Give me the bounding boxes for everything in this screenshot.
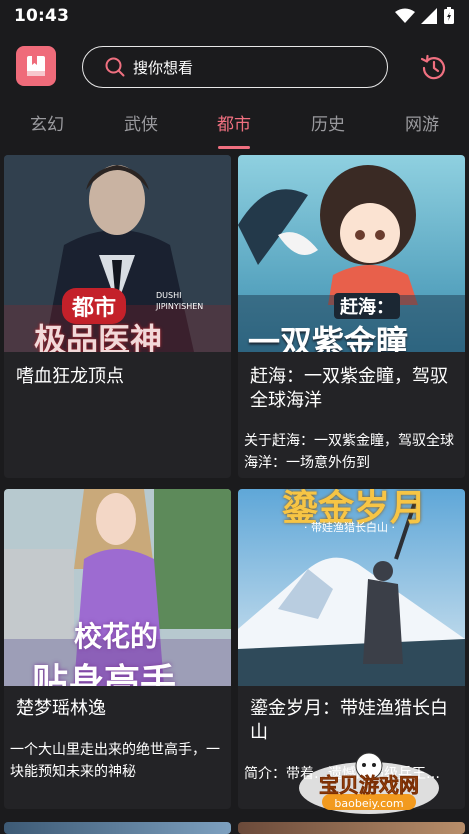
book-cover (238, 822, 465, 834)
tab-lishi[interactable]: 历史 (311, 110, 345, 135)
search-placeholder: 搜你想看 (133, 58, 194, 77)
status-bar: 10:43 (0, 0, 469, 32)
tab-dushi[interactable]: 都市 (217, 110, 251, 135)
cover-title-main: 极品医神 (34, 321, 163, 352)
book-description: 一个大山里走出来的绝世高手，一块能预知未来的神秘 (10, 742, 220, 780)
cover-title-main: 贴身高手 (32, 662, 177, 686)
book-description: 关于赶海：一双紫金瞳，驾驭全球海洋：一场意外伤到 (244, 433, 454, 471)
history-icon[interactable] (418, 52, 450, 84)
cover-title-tag: 赶海： (334, 293, 400, 319)
book-card[interactable]: 赶海： 一双紫金瞳 赶海：一双紫金瞳，驾驭全球海洋 关于赶海：一双紫金瞳，驾驭全… (238, 155, 465, 478)
top-bar: 搜你想看 (0, 38, 469, 96)
book-cover: 校花的 贴身高手 (4, 489, 231, 686)
search-input[interactable]: 搜你想看 (82, 46, 388, 88)
cover-title-top: 校花的 (74, 620, 159, 653)
book-cover: 赶海： 一双紫金瞳 (238, 155, 465, 352)
watermark-logo: 宝贝游戏网 baobeiy.com (299, 752, 439, 814)
app-logo[interactable] (16, 46, 56, 86)
book-cover: 鎏金岁月 · 带娃渔猎长白山 · (238, 489, 465, 686)
search-icon (105, 57, 125, 77)
tab-xuanhuan[interactable]: 玄幻 (30, 110, 64, 135)
tab-wuxia[interactable]: 武侠 (124, 110, 158, 135)
book-card[interactable] (4, 822, 231, 834)
book-title: 楚梦瑶林逸 (16, 698, 106, 719)
wifi-icon (395, 8, 415, 23)
category-tabs: 玄幻 武侠 都市 历史 网游 (0, 104, 469, 150)
status-time: 10:43 (14, 6, 70, 26)
cover-pinyin-2: JIPINYISHEN (156, 302, 204, 311)
tab-active-indicator (218, 146, 250, 149)
book-card[interactable]: 校花的 贴身高手 楚梦瑶林逸 一个大山里走出来的绝世高手，一块能预知未来的神秘 (4, 489, 231, 809)
book-cover: 都市 极品医神 DUSHI JIPINYISHEN (4, 155, 231, 352)
cover-title-main: 一双紫金瞳 (248, 323, 409, 352)
book-card[interactable] (238, 822, 465, 834)
cover-pinyin-1: DUSHI (156, 291, 182, 300)
signal-icon (421, 8, 437, 24)
book-icon (27, 56, 45, 76)
watermark-url: baobeiy.com (334, 797, 403, 810)
battery-icon (444, 7, 454, 24)
cover-subtitle: · 带娃渔猎长白山 · (304, 521, 395, 534)
book-cover (4, 822, 231, 834)
book-title: 赶海：一双紫金瞳，驾驭全球海洋 (250, 366, 448, 411)
status-icons (395, 7, 455, 25)
book-title: 嗜血狂龙顶点 (16, 366, 124, 387)
book-card[interactable]: 都市 极品医神 DUSHI JIPINYISHEN 嗜血狂龙顶点 (4, 155, 231, 478)
watermark-text: 宝贝游戏网 (319, 773, 419, 797)
book-title: 鎏金岁月：带娃渔猎长白山 (250, 698, 448, 743)
tab-wangyou[interactable]: 网游 (405, 110, 439, 135)
